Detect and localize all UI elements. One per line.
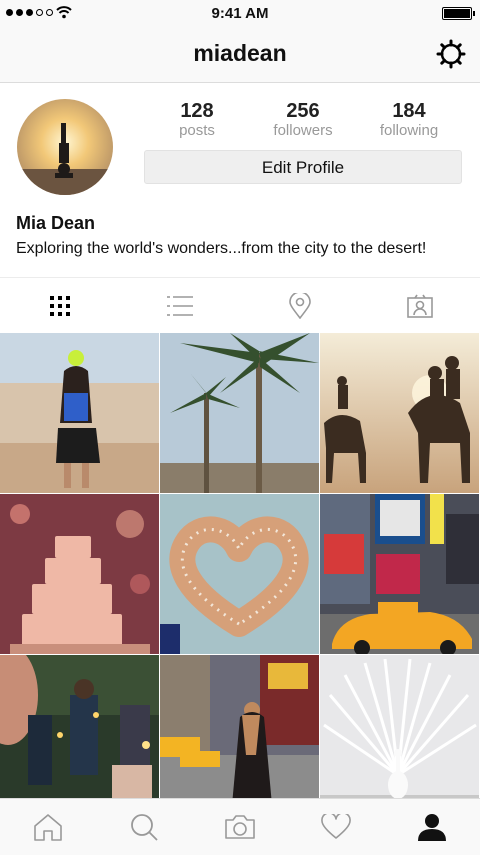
heart-icon <box>321 814 351 839</box>
tagged-portrait-icon <box>407 294 433 318</box>
stat-following[interactable]: 184 following <box>359 100 459 140</box>
posts-label: posts <box>179 122 215 139</box>
photo-heart-pretzels[interactable] <box>160 494 319 654</box>
profile-username: miadean <box>193 40 287 66</box>
grid-icon <box>50 296 70 316</box>
stat-followers[interactable]: 256 followers <box>253 100 353 140</box>
profile-bio: Exploring the world's wonders...from the… <box>16 240 427 257</box>
nav-profile[interactable] <box>384 799 480 855</box>
battery-icon <box>442 7 475 20</box>
photo-grid <box>0 333 480 799</box>
photo-white-peacock[interactable] <box>320 655 479 799</box>
photo-city-street[interactable] <box>160 655 319 799</box>
photo-palm-trees[interactable] <box>160 333 319 493</box>
home-icon <box>34 814 62 841</box>
stat-posts[interactable]: 128 posts <box>147 100 247 140</box>
followers-label: followers <box>273 122 333 139</box>
photo-camel-riders[interactable] <box>320 333 479 493</box>
settings-gear-icon[interactable] <box>436 39 466 69</box>
nav-camera[interactable] <box>192 799 288 855</box>
profile-view-tabs <box>0 277 480 334</box>
bottom-nav <box>0 798 480 855</box>
tab-tagged[interactable] <box>360 278 480 334</box>
tab-grid[interactable] <box>0 278 120 334</box>
profile-header: miadean <box>0 26 480 83</box>
followers-count: 256 <box>286 100 320 122</box>
location-pin-icon <box>289 293 311 319</box>
nav-search[interactable] <box>96 799 192 855</box>
posts-count: 128 <box>180 100 214 122</box>
following-label: following <box>379 122 439 139</box>
list-icon <box>167 296 193 316</box>
photo-times-square-taxi[interactable] <box>320 494 479 654</box>
tab-location[interactable] <box>240 278 360 334</box>
photo-candles[interactable] <box>0 655 159 799</box>
search-icon <box>131 814 158 841</box>
profile-icon <box>418 814 446 841</box>
tab-list[interactable] <box>120 278 240 334</box>
profile-avatar[interactable] <box>17 99 113 195</box>
status-bar: 9:41 AM <box>0 0 480 26</box>
nav-activity[interactable] <box>288 799 384 855</box>
photo-wedding-cake[interactable] <box>0 494 159 654</box>
photo-hiker-in-desert[interactable] <box>0 333 159 493</box>
profile-name: Mia Dean <box>16 213 96 233</box>
nav-home[interactable] <box>0 799 96 855</box>
edit-profile-button[interactable]: Edit Profile <box>144 150 462 184</box>
camera-icon <box>225 815 255 839</box>
status-time: 9:41 AM <box>211 5 269 22</box>
following-count: 184 <box>392 100 426 122</box>
